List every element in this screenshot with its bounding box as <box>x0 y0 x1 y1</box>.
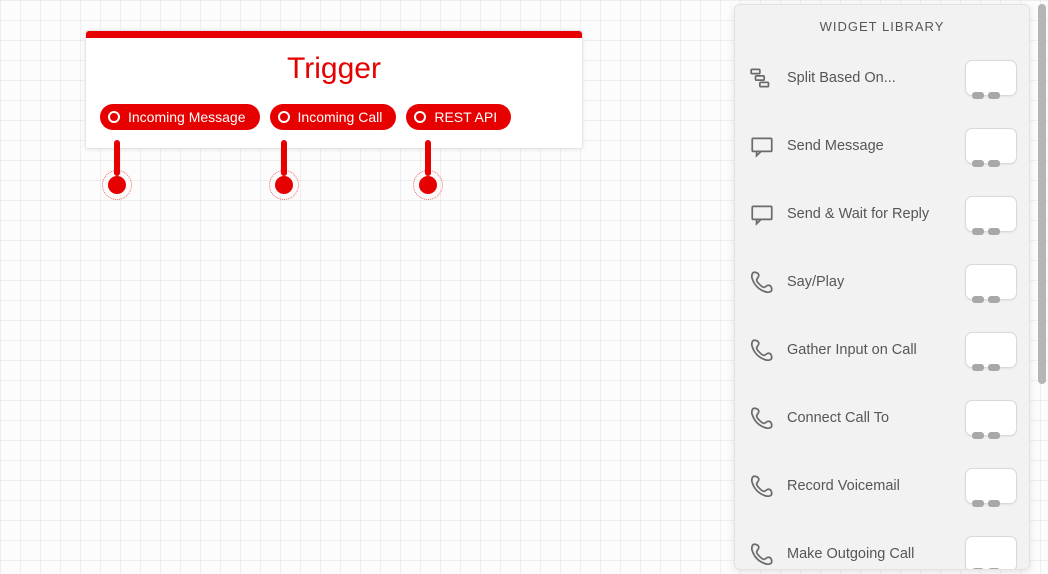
phone-icon <box>749 541 775 567</box>
widget-thumb-icon <box>965 196 1017 232</box>
widget-item-label: Send Message <box>787 138 953 154</box>
page-scrollbar[interactable] <box>1038 4 1046 384</box>
widget-thumb-icon <box>965 400 1017 436</box>
widget-item-label: Gather Input on Call <box>787 342 953 358</box>
flow-canvas[interactable]: Trigger Incoming Message Incoming Call R… <box>0 0 1048 574</box>
widget-thumb-icon <box>965 536 1017 569</box>
widget-item-label: Send & Wait for Reply <box>787 206 953 222</box>
connector-endpoint[interactable] <box>108 176 126 194</box>
message-icon <box>749 201 775 227</box>
trigger-output-rest-api[interactable]: REST API <box>406 104 511 130</box>
widget-thumb-icon <box>965 332 1017 368</box>
widget-item-say-play[interactable]: Say/Play <box>735 248 1029 316</box>
output-port-icon[interactable] <box>108 111 120 123</box>
phone-icon <box>749 473 775 499</box>
widget-item-label: Say/Play <box>787 274 953 290</box>
phone-icon <box>749 269 775 295</box>
trigger-output-incoming-call[interactable]: Incoming Call <box>270 104 397 130</box>
widget-item-record-voicemail[interactable]: Record Voicemail <box>735 452 1029 520</box>
widget-library-panel: WIDGET LIBRARY Split Based On... <box>734 4 1030 570</box>
widget-item-connect-call-to[interactable]: Connect Call To <box>735 384 1029 452</box>
trigger-widget[interactable]: Trigger Incoming Message Incoming Call R… <box>85 30 583 149</box>
output-label: Incoming Message <box>128 109 246 125</box>
widget-item-label: Record Voicemail <box>787 478 953 494</box>
trigger-title: Trigger <box>86 38 582 104</box>
widget-item-label: Split Based On... <box>787 70 953 86</box>
widget-item-gather-input[interactable]: Gather Input on Call <box>735 316 1029 384</box>
phone-icon <box>749 405 775 431</box>
output-label: REST API <box>434 109 497 125</box>
widget-thumb-icon <box>965 468 1017 504</box>
widget-library-header: WIDGET LIBRARY <box>735 5 1029 44</box>
connector-endpoint[interactable] <box>419 176 437 194</box>
message-icon <box>749 133 775 159</box>
trigger-outputs-row: Incoming Message Incoming Call REST API <box>86 104 582 148</box>
widget-thumb-icon <box>965 264 1017 300</box>
trigger-accent-bar <box>86 31 582 38</box>
widget-item-send-message[interactable]: Send Message <box>735 112 1029 180</box>
widget-library-list[interactable]: Split Based On... Send Message <box>735 44 1029 569</box>
widget-item-make-outgoing-call[interactable]: Make Outgoing Call <box>735 520 1029 569</box>
widget-item-label: Connect Call To <box>787 410 953 426</box>
output-label: Incoming Call <box>298 109 383 125</box>
widget-item-split-based-on[interactable]: Split Based On... <box>735 44 1029 112</box>
trigger-output-incoming-message[interactable]: Incoming Message <box>100 104 260 130</box>
split-icon <box>749 65 775 91</box>
output-port-icon[interactable] <box>278 111 290 123</box>
phone-icon <box>749 337 775 363</box>
widget-thumb-icon <box>965 128 1017 164</box>
connector-endpoint[interactable] <box>275 176 293 194</box>
widget-item-label: Make Outgoing Call <box>787 546 953 562</box>
widget-thumb-icon <box>965 60 1017 96</box>
widget-item-send-wait-reply[interactable]: Send & Wait for Reply <box>735 180 1029 248</box>
output-port-icon[interactable] <box>414 111 426 123</box>
